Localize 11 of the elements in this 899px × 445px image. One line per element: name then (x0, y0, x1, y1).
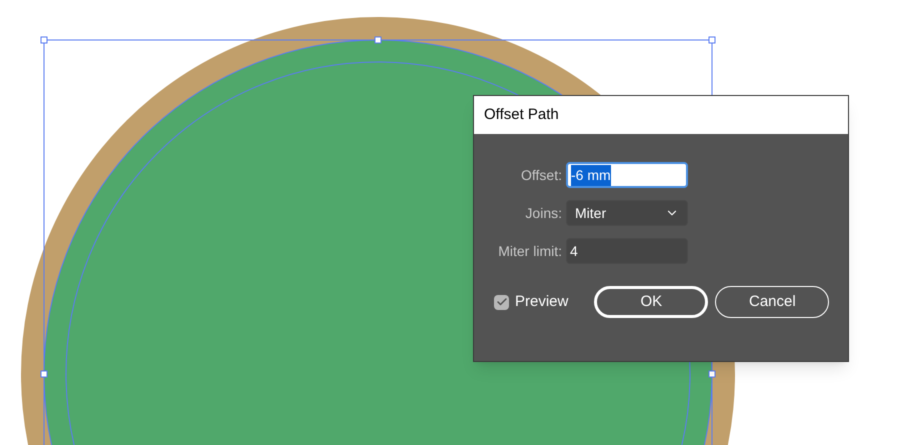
cancel-button[interactable]: Cancel (715, 286, 830, 318)
field-label: Miter limit: (497, 242, 563, 260)
field-label: Joins: (524, 204, 563, 222)
input-field[interactable]: 4 (566, 238, 688, 264)
ok-button[interactable]: OK (594, 286, 708, 318)
dialog-title: Offset Path (474, 96, 848, 134)
preview-label: Preview (515, 292, 568, 312)
field-label: Offset: (520, 166, 563, 184)
input-field[interactable]: -6 mm (566, 162, 688, 188)
joins-dropdown[interactable]: Miter (566, 200, 688, 226)
preview-checkbox[interactable] (494, 294, 509, 310)
